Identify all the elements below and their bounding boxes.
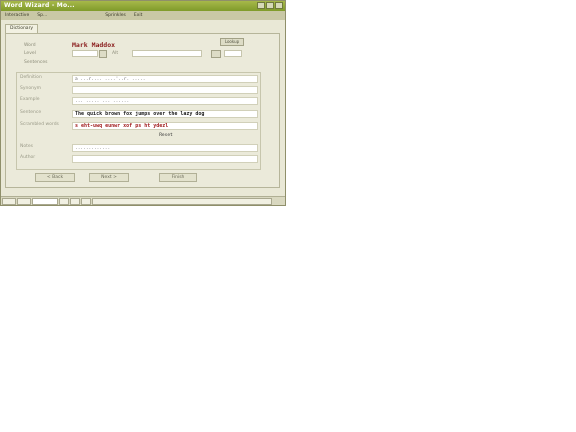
field-row-sentence: Sentence The quick brown fox jumps over … <box>17 109 260 119</box>
menu-bar: Interactive Sp... Sprinkles Exit <box>1 11 285 20</box>
field-row-scrambled: Scrambled words s eht-uwq eunwr xof ps h… <box>17 121 260 131</box>
next-button[interactable]: Next > <box>89 173 129 182</box>
alt-select[interactable] <box>132 50 202 57</box>
field-row-synonym: Synonym <box>17 85 260 95</box>
author-field[interactable] <box>72 155 258 163</box>
sentences-label: Sentences <box>24 60 48 65</box>
alt-label: Alt <box>112 51 119 56</box>
field-row-example: Example ... ..... ... ...... <box>17 96 260 106</box>
title-bar[interactable]: Word Wizard - Mo... <box>1 1 285 11</box>
field-row-notes: Notes ............. <box>17 143 260 153</box>
word-value: Mark Maddox <box>72 41 116 49</box>
alt-button[interactable] <box>211 50 221 58</box>
field-row-definition: Definition a ...r.... ....'..r. ..... <box>17 74 260 84</box>
tab-row: Dictionary <box>5 24 39 33</box>
main-panel: Word Mark Maddox Lookup Level Alt Senten… <box>5 33 280 188</box>
lookup-button[interactable]: Lookup <box>220 38 244 46</box>
menu-item-sp[interactable]: Sp... <box>37 11 47 20</box>
back-button[interactable]: < Back <box>35 173 75 182</box>
tab-dictionary[interactable]: Dictionary <box>5 24 39 33</box>
status-segment <box>17 198 31 205</box>
field-label: Author <box>20 155 36 160</box>
field-row-author: Author <box>17 154 260 164</box>
field-label: Synonym <box>20 86 42 91</box>
reset-link[interactable]: Reset <box>72 132 258 140</box>
alt-input[interactable] <box>224 50 242 57</box>
status-segment[interactable] <box>32 198 58 205</box>
app-window: Word Wizard - Mo... Interactive Sp... Sp… <box>0 0 286 206</box>
menu-item-interactive[interactable]: Interactive <box>5 11 29 20</box>
status-bar <box>1 196 285 205</box>
menu-item-exit[interactable]: Exit <box>134 11 143 20</box>
status-segment <box>70 198 80 205</box>
status-segment <box>2 198 16 205</box>
maximize-icon[interactable] <box>266 2 274 9</box>
field-label: Definition <box>20 75 42 80</box>
finish-button[interactable]: Finish <box>159 173 197 182</box>
close-icon[interactable] <box>275 2 283 9</box>
level-input[interactable] <box>72 50 98 57</box>
window-controls <box>257 2 283 9</box>
menu-item-sprinkles[interactable]: Sprinkles <box>105 11 126 20</box>
level-dropdown-button[interactable] <box>99 50 107 58</box>
sentence-field[interactable]: The quick brown fox jumps over the lazy … <box>72 110 258 118</box>
level-label: Level <box>24 51 36 56</box>
field-label: Scrambled words <box>20 122 59 127</box>
window-title: Word Wizard - Mo... <box>4 2 75 9</box>
notes-field[interactable]: ............. <box>72 144 258 152</box>
status-segment <box>59 198 69 205</box>
field-label: Example <box>20 97 40 102</box>
synonym-field[interactable] <box>72 86 258 94</box>
field-label: Sentence <box>20 110 42 115</box>
example-field[interactable]: ... ..... ... ...... <box>72 97 258 105</box>
status-segment <box>81 198 91 205</box>
field-row-reset: Reset <box>17 131 260 141</box>
fields-group: Definition a ...r.... ....'..r. ..... Sy… <box>16 72 261 170</box>
dialog-buttons: < Back Next > Finish <box>29 173 229 183</box>
definition-field[interactable]: a ...r.... ....'..r. ..... <box>72 75 258 83</box>
minimize-icon[interactable] <box>257 2 265 9</box>
field-label: Notes <box>20 144 33 149</box>
status-segment <box>92 198 272 205</box>
scrambled-field[interactable]: s eht-uwq eunwr xof ps ht ydezl <box>72 122 258 130</box>
word-label: Word <box>24 43 36 48</box>
